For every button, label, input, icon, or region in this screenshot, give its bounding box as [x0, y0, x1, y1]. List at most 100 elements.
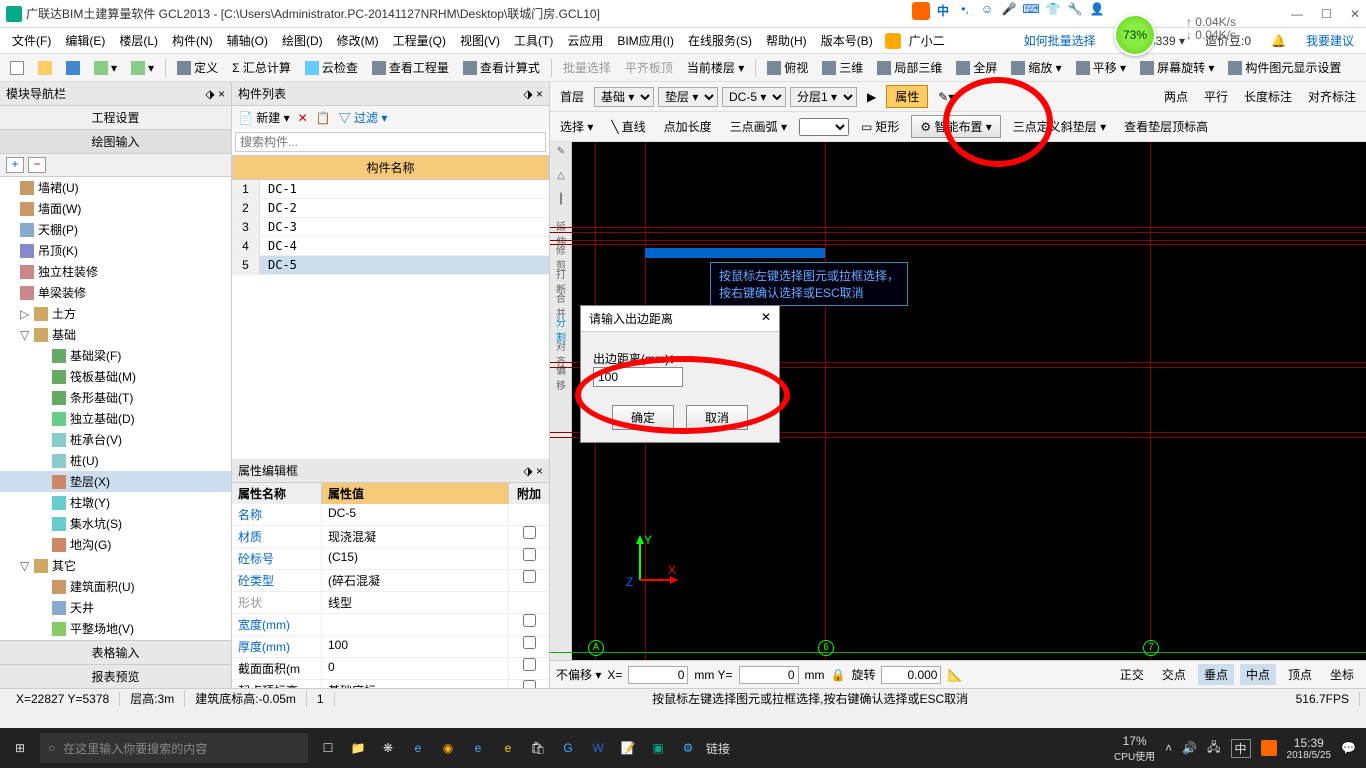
tree-item[interactable]: 条形基础(T)	[0, 387, 231, 408]
prop-row[interactable]: 材质现浇混凝	[232, 526, 549, 548]
tb-viewcalc[interactable]: 查看计算式	[457, 57, 546, 78]
tb-rotate[interactable]: 屏幕旋转 ▾	[1134, 57, 1220, 78]
floor-select[interactable]: 首层	[554, 86, 590, 107]
prop-row[interactable]: 砼标号(C15)	[232, 548, 549, 570]
gxs-icon[interactable]	[885, 33, 901, 49]
dim-parallel[interactable]: 平行	[1198, 86, 1234, 107]
snap-coord[interactable]: 坐标	[1324, 664, 1360, 685]
sel-comp[interactable]: DC-5 ▾	[722, 87, 786, 107]
ime-punct-icon[interactable]: •,	[956, 2, 974, 20]
ime-shirt-icon[interactable]: 👕	[1044, 2, 1062, 20]
complist-new[interactable]: 📄 新建 ▾	[238, 109, 290, 126]
app-360-icon[interactable]: ◉	[434, 734, 462, 762]
tab-report[interactable]: 报表预览	[0, 664, 231, 688]
nav-draw[interactable]: 绘图输入	[0, 130, 231, 154]
dim-2pt[interactable]: 两点	[1158, 86, 1194, 107]
prop-row[interactable]: 名称DC-5	[232, 504, 549, 526]
tree-item[interactable]: 集水坑(S)	[0, 513, 231, 534]
menu-modify[interactable]: 修改(M)	[331, 30, 385, 51]
app-fan-icon[interactable]: ❋	[374, 734, 402, 762]
tray-up-icon[interactable]: ˄	[1165, 741, 1172, 755]
menu-quantity[interactable]: 工程量(Q)	[387, 30, 452, 51]
prop-row[interactable]: 砼类型(碎石混凝	[232, 570, 549, 592]
tb-align[interactable]: 平齐板顶	[619, 57, 679, 78]
tb-local3d[interactable]: 局部三维	[871, 57, 948, 78]
angle-icon[interactable]: 📐	[947, 668, 962, 682]
tb-cloudcheck[interactable]: 云检查	[299, 57, 364, 78]
dim-align[interactable]: 对齐标注	[1302, 86, 1362, 107]
tb-pan[interactable]: 平移 ▾	[1070, 57, 1132, 78]
tray-net-icon[interactable]: 🖧	[1207, 738, 1220, 759]
snap-vert[interactable]: 顶点	[1282, 664, 1318, 685]
draw-3pt[interactable]: 三点定义斜垫层 ▾	[1007, 116, 1112, 137]
offset-input[interactable]	[593, 367, 683, 387]
draw-line[interactable]: ╲ 直线	[605, 116, 651, 137]
smart-layout-button[interactable]: ⚙ 智能布置 ▾	[911, 115, 1000, 138]
menu-edit[interactable]: 编辑(E)	[59, 30, 111, 51]
tree-item[interactable]: 天棚(P)	[0, 219, 231, 240]
tree-item[interactable]: 建筑面积(U)	[0, 576, 231, 597]
side-tool-10[interactable]: 偏移	[552, 362, 570, 380]
tb-batchsel[interactable]: 批量选择	[557, 57, 617, 78]
dim-length[interactable]: 长度标注	[1238, 86, 1298, 107]
taskbar-search[interactable]: ○ 在这里输入你要搜索的内容	[40, 733, 308, 763]
tb-topview[interactable]: 俯视	[761, 57, 814, 78]
side-tool-2[interactable]: △	[552, 170, 570, 188]
suggest-link[interactable]: 我要建议	[1300, 30, 1360, 51]
tb-save[interactable]	[60, 59, 86, 77]
app-gcl-icon[interactable]: ▣	[644, 734, 672, 762]
app-word-icon[interactable]: W	[584, 734, 612, 762]
draw-arc-sel[interactable]	[799, 118, 849, 136]
tb-sum[interactable]: Σ 汇总计算	[226, 57, 297, 78]
menu-tool[interactable]: 工具(T)	[508, 30, 559, 51]
tb-new[interactable]	[4, 59, 30, 77]
sel-type[interactable]: 垫层 ▾	[658, 87, 718, 107]
complist-copy-icon[interactable]: 📋	[316, 111, 331, 125]
tree-item[interactable]: 吊顶(K)	[0, 240, 231, 261]
tree-item[interactable]: 墙面(W)	[0, 198, 231, 219]
draw-rect[interactable]: ▭ 矩形	[855, 116, 905, 137]
snap-perp[interactable]: 垂点	[1198, 664, 1234, 685]
bell-icon[interactable]: 🔔	[1265, 32, 1292, 50]
prop-row[interactable]: 宽度(mm)	[232, 614, 549, 636]
ime-tool-icon[interactable]: 🔧	[1066, 2, 1084, 20]
snap-ortho[interactable]: 正交	[1114, 664, 1150, 685]
tray-sogou-icon[interactable]	[1261, 740, 1277, 756]
close-button[interactable]: ✕	[1350, 7, 1360, 21]
sel-layer[interactable]: 分层1 ▾	[790, 87, 857, 107]
ok-button[interactable]: 确定	[612, 405, 674, 430]
tree-item[interactable]: ▽基础	[0, 324, 231, 345]
app-link[interactable]: 链接	[704, 734, 732, 762]
complist-body[interactable]: 1DC-12DC-23DC-34DC-45DC-5	[232, 180, 549, 275]
tb-redo[interactable]: ▾	[125, 59, 160, 77]
prop-row[interactable]: 起点顶标高基础底标	[232, 680, 549, 688]
menu-aux[interactable]: 辅轴(O)	[221, 30, 274, 51]
tray-vol-icon[interactable]: 🔊	[1182, 741, 1197, 755]
tree-item[interactable]: 独立基础(D)	[0, 408, 231, 429]
task-view-icon[interactable]: ☐	[314, 734, 342, 762]
app-ie2-icon[interactable]: e	[494, 734, 522, 762]
collapse-button[interactable]: −	[28, 157, 46, 173]
prop-row[interactable]: 截面面积(m0	[232, 658, 549, 680]
snap-inter[interactable]: 交点	[1156, 664, 1192, 685]
ime-face-icon[interactable]: ☺	[978, 2, 996, 20]
list-row[interactable]: 2DC-2	[232, 199, 549, 218]
prop-row[interactable]: 形状线型	[232, 592, 549, 614]
tree-item[interactable]: 垫层(X)	[0, 471, 231, 492]
tray-ime[interactable]: 中	[1231, 739, 1251, 758]
sogou-icon[interactable]	[912, 2, 930, 20]
snap-mid[interactable]: 中点	[1240, 664, 1276, 685]
y-input[interactable]	[739, 666, 799, 684]
menu-view[interactable]: 视图(V)	[454, 30, 506, 51]
prop-row[interactable]: 厚度(mm)100	[232, 636, 549, 658]
offset-mode[interactable]: 不偏移 ▾	[556, 666, 601, 683]
tb-3d[interactable]: 三维	[816, 57, 869, 78]
rot-input[interactable]	[881, 666, 941, 684]
tree-item[interactable]: 墙裙(U)	[0, 177, 231, 198]
menu-help[interactable]: 帮助(H)	[760, 30, 813, 51]
performance-ball[interactable]: 73%	[1114, 14, 1156, 56]
tb-curfloor[interactable]: 当前楼层 ▾	[681, 57, 750, 78]
app-ie-icon[interactable]: e	[404, 734, 432, 762]
tree-item[interactable]: 桩承台(V)	[0, 429, 231, 450]
tb-open[interactable]	[32, 59, 58, 77]
